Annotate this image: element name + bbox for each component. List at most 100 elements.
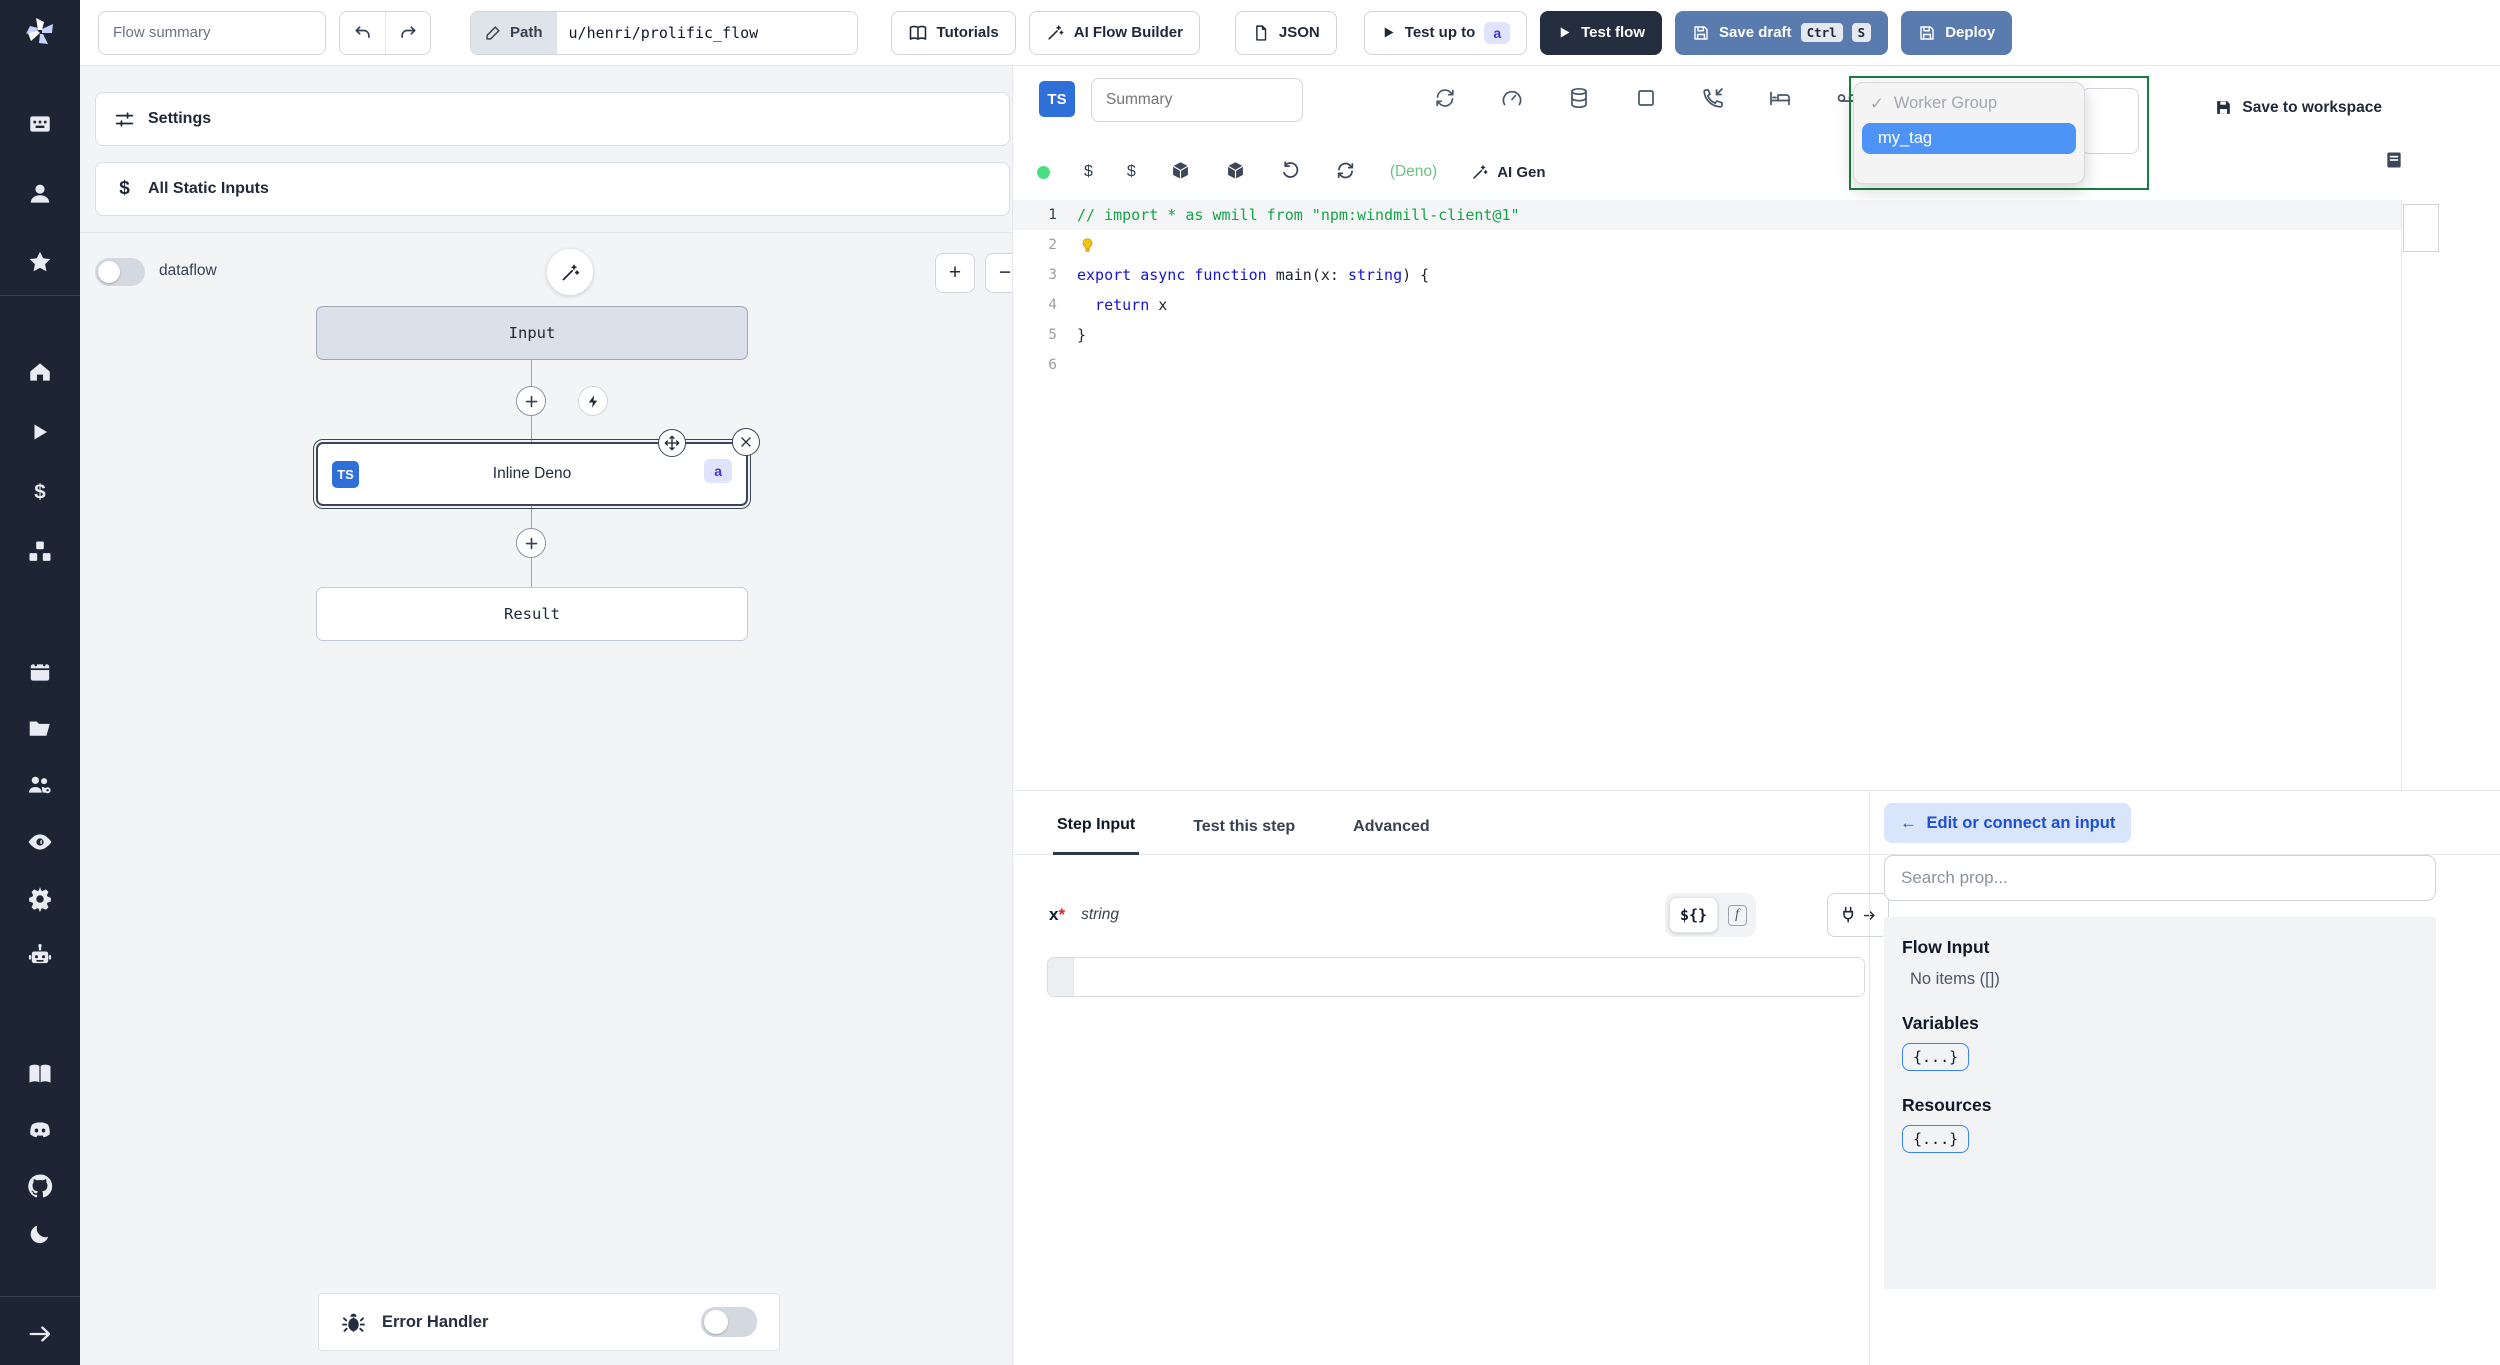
- plus-icon: [525, 395, 537, 407]
- code-editor[interactable]: 1// import * as wmill from "npm:windmill…: [1013, 200, 2401, 790]
- play-icon: [1560, 27, 1570, 38]
- code-line[interactable]: 2: [1013, 230, 2401, 260]
- script-library-icon[interactable]: [2384, 150, 2404, 175]
- test-flow-button[interactable]: Test flow: [1540, 10, 1663, 55]
- user-icon[interactable]: [0, 176, 80, 212]
- settings-gear-icon[interactable]: [0, 881, 80, 917]
- inline-deno-step-node[interactable]: TS Inline Deno a: [312, 438, 752, 510]
- path-chip[interactable]: Path: [471, 11, 557, 54]
- undo-icon: [355, 25, 370, 38]
- kbd-ctrl: Ctrl: [1800, 23, 1843, 42]
- workers-group-icon[interactable]: [0, 767, 80, 803]
- folders-icon[interactable]: [0, 710, 80, 746]
- json-button[interactable]: JSON: [1234, 10, 1337, 55]
- tab-test-this-step[interactable]: Test this step: [1189, 818, 1299, 854]
- variables-object-chip[interactable]: {...}: [1902, 1043, 1970, 1071]
- tag-select-button[interactable]: [2081, 88, 2139, 154]
- resources-object-chip[interactable]: {...}: [1902, 1125, 1970, 1153]
- suspend-phone-icon[interactable]: [1701, 86, 1725, 112]
- audit-eye-icon[interactable]: [0, 824, 80, 860]
- runs-play-icon[interactable]: [0, 414, 80, 450]
- code-line[interactable]: 6: [1013, 350, 2401, 380]
- home-icon[interactable]: [0, 354, 80, 390]
- resource-cube-icon[interactable]: [1170, 159, 1191, 185]
- template-expression-toggle[interactable]: ${}: [1669, 897, 1719, 933]
- flow-input-empty: No items ([]): [1910, 970, 2000, 988]
- runtime-label: (Deno): [1389, 163, 1438, 180]
- step-summary-input[interactable]: [1091, 78, 1303, 122]
- flow-input-node[interactable]: Input: [316, 306, 748, 360]
- early-stop-square-icon[interactable]: [1634, 86, 1658, 112]
- error-handler-toggle[interactable]: [701, 1307, 757, 1337]
- discord-icon[interactable]: [0, 1112, 80, 1148]
- add-step-button[interactable]: [516, 528, 546, 558]
- zoom-in-button[interactable]: +: [935, 253, 975, 293]
- dataflow-toggle[interactable]: [95, 258, 145, 286]
- variable-picker-icon[interactable]: $: [1084, 163, 1093, 181]
- field-value-input[interactable]: [1074, 958, 1864, 996]
- all-static-inputs-button[interactable]: $ All Static Inputs: [95, 162, 1010, 216]
- tab-advanced[interactable]: Advanced: [1349, 818, 1433, 854]
- docs-book-icon[interactable]: [0, 1056, 80, 1092]
- code-line[interactable]: 3 export async function main (x: string) {: [1013, 260, 2401, 290]
- json-label: JSON: [1278, 24, 1320, 41]
- error-handler-bar[interactable]: Error Handler: [318, 1293, 780, 1351]
- code-line[interactable]: 5}: [1013, 320, 2401, 350]
- line-number: 6: [1048, 357, 1057, 373]
- sleep-bed-icon[interactable]: [1768, 86, 1792, 112]
- test-up-to-label: Test up to: [1404, 24, 1476, 41]
- timeout-gauge-icon[interactable]: [1500, 86, 1524, 112]
- ai-flow-builder-button[interactable]: AI Flow Builder: [1028, 10, 1200, 55]
- redo-icon: [401, 25, 416, 38]
- cache-database-icon[interactable]: [1567, 86, 1591, 112]
- reload-icon[interactable]: [1335, 159, 1356, 185]
- schedules-calendar-icon[interactable]: [0, 654, 80, 690]
- edit-or-connect-button[interactable]: ← Edit or connect an input: [1884, 803, 2132, 843]
- function-toggle[interactable]: f: [1722, 897, 1752, 933]
- flow-result-node[interactable]: Result: [316, 587, 748, 641]
- tab-step-input[interactable]: Step Input: [1053, 816, 1140, 855]
- windmill-logo-icon[interactable]: [0, 12, 80, 48]
- resources-cubes-icon[interactable]: [0, 534, 80, 570]
- save-to-workspace-button[interactable]: Save to workspace: [2214, 98, 2382, 117]
- apps-icon[interactable]: [0, 106, 80, 142]
- undo-button[interactable]: [340, 11, 385, 54]
- dark-mode-moon-icon[interactable]: [0, 1216, 80, 1252]
- variables-dollar-icon[interactable]: $: [0, 474, 80, 510]
- resource-cube-icon[interactable]: [1225, 159, 1246, 185]
- move-node-button[interactable]: [658, 429, 686, 457]
- retry-icon[interactable]: [1433, 86, 1457, 112]
- github-icon[interactable]: [0, 1168, 80, 1204]
- deploy-button[interactable]: Deploy: [1901, 10, 2013, 55]
- ai-gen-button[interactable]: AI Gen: [1471, 163, 1546, 181]
- add-step-button[interactable]: [516, 386, 546, 416]
- field-name: x: [1049, 905, 1059, 924]
- search-prop-input[interactable]: [1884, 855, 2436, 901]
- code-line[interactable]: 4 return x: [1013, 290, 2401, 320]
- test-up-to-button[interactable]: Test up to a: [1363, 10, 1528, 55]
- delete-node-button[interactable]: [732, 428, 760, 456]
- code-line[interactable]: 1// import * as wmill from "npm:windmill…: [1013, 200, 2401, 230]
- flow-summary-input[interactable]: [98, 10, 326, 55]
- minimap-slider[interactable]: [2403, 204, 2439, 252]
- path-label: Path: [510, 24, 543, 41]
- worker-group-menu: ✓ Worker Group my_tag: [1853, 82, 2085, 184]
- lightbulb-icon[interactable]: [1079, 237, 1096, 254]
- save-icon: [1694, 25, 1708, 40]
- flow-settings-button[interactable]: Settings: [95, 92, 1010, 146]
- worker-group-option-selected[interactable]: my_tag: [1862, 123, 2076, 154]
- connect-sources-section: Flow Input No items ([]) Variables {...}…: [1884, 917, 2436, 1289]
- dollar-icon: $: [119, 178, 130, 199]
- reset-icon[interactable]: [1280, 159, 1301, 185]
- ai-assistant-robot-icon[interactable]: [0, 937, 80, 973]
- tutorials-button[interactable]: Tutorials: [890, 10, 1016, 55]
- redo-button[interactable]: [385, 11, 430, 54]
- save-draft-button[interactable]: Save draft Ctrl S: [1675, 10, 1889, 55]
- add-trigger-button[interactable]: [578, 386, 608, 416]
- path-value-input[interactable]: [556, 11, 857, 54]
- star-icon[interactable]: [0, 244, 80, 280]
- expand-sidebar-arrow-icon[interactable]: [0, 1316, 80, 1352]
- contextual-variable-icon[interactable]: $: [1127, 163, 1136, 181]
- required-marker: *: [1058, 905, 1066, 924]
- ai-graph-wand-button[interactable]: [547, 249, 593, 295]
